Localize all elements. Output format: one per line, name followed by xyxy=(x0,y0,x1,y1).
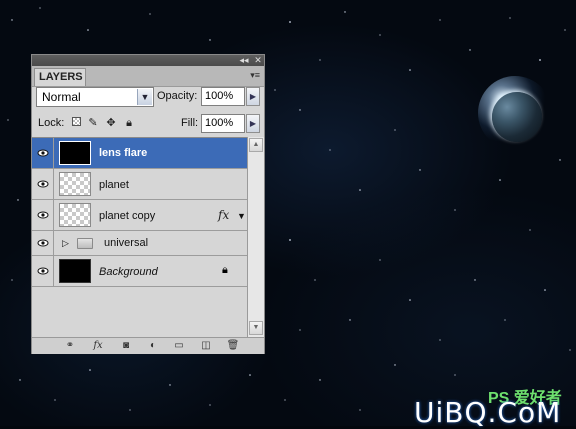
opacity-label: Opacity: xyxy=(157,90,198,102)
layer-thumbnail xyxy=(59,141,91,165)
layers-scrollbar[interactable]: ▲ ▼ xyxy=(247,137,264,337)
opacity-arrow-icon[interactable]: ▶ xyxy=(246,87,260,106)
panel-menu-icon[interactable]: ▾≡ xyxy=(250,70,260,81)
watermark-main: UiBQ.CoM xyxy=(414,396,562,429)
mask-icon[interactable]: ◙ xyxy=(118,339,134,353)
layer-thumbnail xyxy=(59,259,91,283)
adjustment-icon[interactable]: ◐ xyxy=(145,339,161,353)
eye-icon[interactable] xyxy=(32,169,54,199)
eye-icon[interactable] xyxy=(32,138,54,168)
layer-row-planet[interactable]: planet xyxy=(32,169,247,200)
expand-triangle-icon[interactable]: ▷ xyxy=(62,238,69,249)
layer-name: planet copy xyxy=(99,210,156,222)
fill-arrow-icon[interactable]: ▶ xyxy=(246,114,260,133)
collapse-icon[interactable]: ◂◂ xyxy=(238,55,250,66)
chevron-down-icon[interactable]: ▼ xyxy=(237,211,246,221)
layer-name: universal xyxy=(104,237,149,249)
eye-icon[interactable] xyxy=(32,256,54,286)
layer-thumbnail xyxy=(59,203,91,227)
panel-tab-row: LAYERS ▾≡ xyxy=(32,66,264,87)
lock-move-icon[interactable]: ✥ xyxy=(105,117,117,129)
layer-row-lens-flare[interactable]: lens flare xyxy=(32,138,247,169)
layer-thumbnail xyxy=(59,172,91,196)
layer-name: lens flare xyxy=(99,147,148,159)
eye-icon[interactable] xyxy=(32,200,54,230)
new-layer-icon[interactable]: ◫ xyxy=(198,339,214,353)
layers-list: lens flare planet planet copy fx ▼ ▷ uni… xyxy=(32,137,247,338)
trash-icon[interactable]: 🗑︎ xyxy=(225,339,241,353)
fill-field[interactable]: 100% xyxy=(201,114,245,133)
planet-body xyxy=(492,92,542,142)
layers-panel: ◂◂ ✕ LAYERS ▾≡ Normal ▼ Opacity: 100% ▶ … xyxy=(31,54,265,354)
tab-layers[interactable]: LAYERS xyxy=(34,68,86,86)
layer-name: planet xyxy=(99,179,129,191)
planet-image xyxy=(478,76,552,150)
folder-icon[interactable]: ▭ xyxy=(171,339,187,353)
folder-icon xyxy=(77,238,93,249)
fx-icon[interactable]: fx xyxy=(90,339,106,353)
lock-icon: 🔒︎ xyxy=(222,264,228,276)
lock-transparent-icon[interactable] xyxy=(70,117,82,129)
blend-mode-select[interactable]: Normal ▼ xyxy=(36,87,154,107)
fill-label: Fill: xyxy=(181,117,199,129)
close-icon[interactable]: ✕ xyxy=(252,55,264,66)
scroll-up-icon[interactable]: ▲ xyxy=(249,138,263,152)
layer-row-planet-copy[interactable]: planet copy fx ▼ xyxy=(32,200,247,231)
lock-label: Lock: xyxy=(38,117,65,129)
chevron-down-icon[interactable]: ▼ xyxy=(137,89,152,105)
watermark: PS 爱好者 UiBQ.CoM xyxy=(410,384,576,429)
lock-brush-icon[interactable]: ✎ xyxy=(87,117,99,129)
panel-bottom-toolbar: ⚭ fx ◙ ◐ ▭ ◫ 🗑︎ xyxy=(32,337,264,354)
opacity-field[interactable]: 100% xyxy=(201,87,245,106)
layer-row-universal-group[interactable]: ▷ universal xyxy=(32,231,247,256)
blend-mode-value: Normal xyxy=(42,90,81,104)
layer-name: Background xyxy=(99,266,158,278)
eye-icon[interactable] xyxy=(32,231,54,255)
panel-titlebar[interactable]: ◂◂ ✕ xyxy=(32,55,264,66)
lock-all-icon[interactable]: 🔒︎ xyxy=(123,117,135,129)
scroll-down-icon[interactable]: ▼ xyxy=(249,321,263,335)
link-icon[interactable]: ⚭ xyxy=(62,339,78,353)
layer-row-background[interactable]: Background 🔒︎ xyxy=(32,256,247,287)
fx-icon[interactable]: fx xyxy=(218,208,229,222)
